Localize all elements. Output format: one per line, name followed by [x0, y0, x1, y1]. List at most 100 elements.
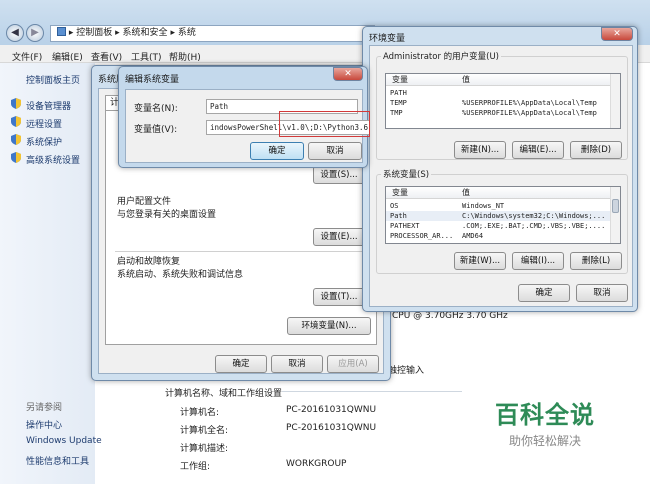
edit-dialog-title: 编辑系统变量 [125, 75, 180, 85]
windows-update-link[interactable]: Windows Update [26, 436, 102, 446]
edit-user-var-button[interactable]: 编辑(E)... [512, 141, 564, 159]
table-row-selected[interactable]: Path C:\Windows\system32;C:\Windows;... [386, 211, 610, 221]
var-name: TMP [390, 109, 403, 117]
shield-icon [11, 98, 21, 109]
edit-close-button[interactable]: ✕ [333, 67, 363, 81]
sysprops-cancel-button[interactable]: 取消 [271, 355, 323, 373]
var-name: Path [390, 212, 407, 220]
table-row[interactable]: PATH [386, 88, 610, 98]
breadcrumb-system[interactable]: 系统 [178, 28, 196, 38]
scroll-thumb[interactable] [612, 199, 619, 213]
edit-sys-var-button[interactable]: 编辑(I)... [512, 252, 564, 270]
system-protection-link[interactable]: 系统保护 [26, 135, 62, 148]
table-row[interactable]: PATHEXT .COM;.EXE;.BAT;.CMD;.VBS;.VBE;..… [386, 221, 610, 231]
advanced-settings-link[interactable]: 高级系统设置 [26, 153, 80, 166]
touch-input-info: 触控输入 [388, 366, 425, 376]
sysprops-apply-button[interactable]: 应用(A) [327, 355, 379, 373]
startup-group-title: 启动和故障恢复 [117, 257, 181, 267]
remote-settings-link[interactable]: 远程设置 [26, 117, 62, 130]
var-name: OS [390, 202, 399, 210]
address-bar[interactable]: ▸ 控制面板 ▸ 系统和安全 ▸ 系统 [50, 25, 375, 42]
new-user-var-button[interactable]: 新建(N)... [454, 141, 506, 159]
highlight-box [279, 111, 370, 137]
startup-group-desc: 系统启动、系统失败和调试信息 [117, 270, 244, 280]
cpu-info: CPU @ 3.70GHz 3.70 GHz [392, 311, 508, 321]
back-button[interactable]: ◀ [6, 24, 24, 42]
var-name: PATH [390, 89, 407, 97]
var-name: TEMP [390, 99, 407, 107]
menu-help[interactable]: 帮助(H) [169, 50, 201, 63]
startup-settings-button[interactable]: 设置(T)... [313, 288, 365, 306]
device-manager-link[interactable]: 设备管理器 [26, 99, 71, 112]
sys-vars-table[interactable]: 变量 值 OS Windows_NT Path C:\Windows\syste… [385, 186, 621, 244]
sysprops-ok-button[interactable]: 确定 [215, 355, 267, 373]
environment-variables-dialog: 环境变量 ✕ Administrator 的用户变量(U) 变量 值 PATH … [362, 26, 638, 312]
env-cancel-button[interactable]: 取消 [576, 284, 628, 302]
menu-tools[interactable]: 工具(T) [131, 50, 162, 63]
variable-value-label: 变量值(V): [134, 125, 178, 135]
menu-edit[interactable]: 编辑(E) [52, 50, 83, 63]
profile-group-desc: 与您登录有关的桌面设置 [117, 210, 217, 220]
back-arrow-icon: ◀ [11, 27, 19, 38]
edit-ok-button[interactable]: 确定 [250, 142, 304, 160]
section-divider [282, 391, 462, 392]
col-variable: 变量 [392, 188, 408, 197]
sys-vars-scrollbar[interactable] [610, 187, 620, 243]
user-vars-header: 变量 值 [386, 74, 610, 86]
env-close-button[interactable]: ✕ [601, 27, 633, 41]
var-name: PATHEXT [390, 222, 420, 230]
env-ok-button[interactable]: 确定 [518, 284, 570, 302]
table-row[interactable]: TEMP %USERPROFILE%\AppData\Local\Temp [386, 98, 610, 108]
workgroup-label: 工作组: [180, 462, 211, 472]
var-value: %USERPROFILE%\AppData\Local\Temp [462, 99, 597, 107]
var-value: AMD64 [462, 232, 484, 240]
environment-variables-button[interactable]: 环境变量(N)... [287, 317, 371, 335]
computer-fullname-label: 计算机全名: [180, 426, 229, 436]
var-value: .COM;.EXE;.BAT;.CMD;.VBS;.VBE;.... [462, 222, 606, 230]
action-center-link[interactable]: 操作中心 [26, 418, 62, 431]
var-value: %USERPROFILE%\AppData\Local\Temp [462, 109, 597, 117]
user-vars-group-title: Administrator 的用户变量(U) [381, 50, 501, 62]
menu-view[interactable]: 查看(V) [91, 50, 122, 63]
address-sep-icon: ▸ [170, 28, 178, 38]
close-icon: ✕ [344, 69, 352, 79]
computer-name-value: PC-20161031QWNU [286, 405, 377, 415]
shield-icon [11, 134, 21, 145]
workgroup-value: WORKGROUP [286, 459, 347, 469]
profile-group-title: 用户配置文件 [117, 197, 172, 207]
variable-name-label: 变量名(N): [134, 104, 178, 114]
computer-fullname-value: PC-20161031QWNU [286, 423, 377, 433]
see-also-heading: 另请参阅 [26, 403, 63, 413]
watermark-title: 百科全说 [495, 401, 595, 429]
table-row[interactable]: OS Windows_NT [386, 201, 610, 211]
menu-file[interactable]: 文件(F) [12, 50, 42, 63]
control-panel-home-link[interactable]: 控制面板主页 [26, 73, 80, 86]
computer-desc-label: 计算机描述: [180, 444, 229, 454]
user-vars-table[interactable]: 变量 值 PATH TEMP %USERPROFILE%\AppData\Loc… [385, 73, 621, 129]
control-panel-icon [57, 27, 66, 36]
shield-icon [11, 152, 21, 163]
delete-sys-var-button[interactable]: 删除(L) [570, 252, 622, 270]
performance-settings-button[interactable]: 设置(S)... [313, 166, 365, 184]
breadcrumb-system-security[interactable]: 系统和安全 [123, 28, 168, 38]
performance-tools-link[interactable]: 性能信息和工具 [26, 454, 89, 467]
address-sep-icon: ▸ [115, 28, 123, 38]
close-icon: ✕ [613, 29, 621, 39]
table-row[interactable]: TMP %USERPROFILE%\AppData\Local\Temp [386, 108, 610, 118]
breadcrumb-control-panel[interactable]: 控制面板 [76, 28, 112, 38]
user-vars-scrollbar[interactable] [610, 74, 620, 128]
watermark-subtitle: 助你轻松解决 [508, 434, 581, 448]
var-name: PROCESSOR_AR... [390, 232, 454, 240]
watermark-logo: 百科全说 助你轻松解决 [470, 395, 620, 449]
env-dialog-client: Administrator 的用户变量(U) 变量 值 PATH TEMP %U… [369, 45, 633, 307]
col-value: 值 [462, 75, 470, 84]
edit-cancel-button[interactable]: 取消 [308, 142, 362, 160]
computer-name-label: 计算机名: [180, 408, 220, 418]
forward-button[interactable]: ▶ [26, 24, 44, 42]
shield-icon [11, 116, 21, 127]
table-row[interactable]: PROCESSOR_AR... AMD64 [386, 231, 610, 241]
delete-user-var-button[interactable]: 删除(D) [570, 141, 622, 159]
new-sys-var-button[interactable]: 新建(W)... [454, 252, 506, 270]
var-value: Windows_NT [462, 202, 505, 210]
profile-settings-button[interactable]: 设置(E)... [313, 228, 365, 246]
